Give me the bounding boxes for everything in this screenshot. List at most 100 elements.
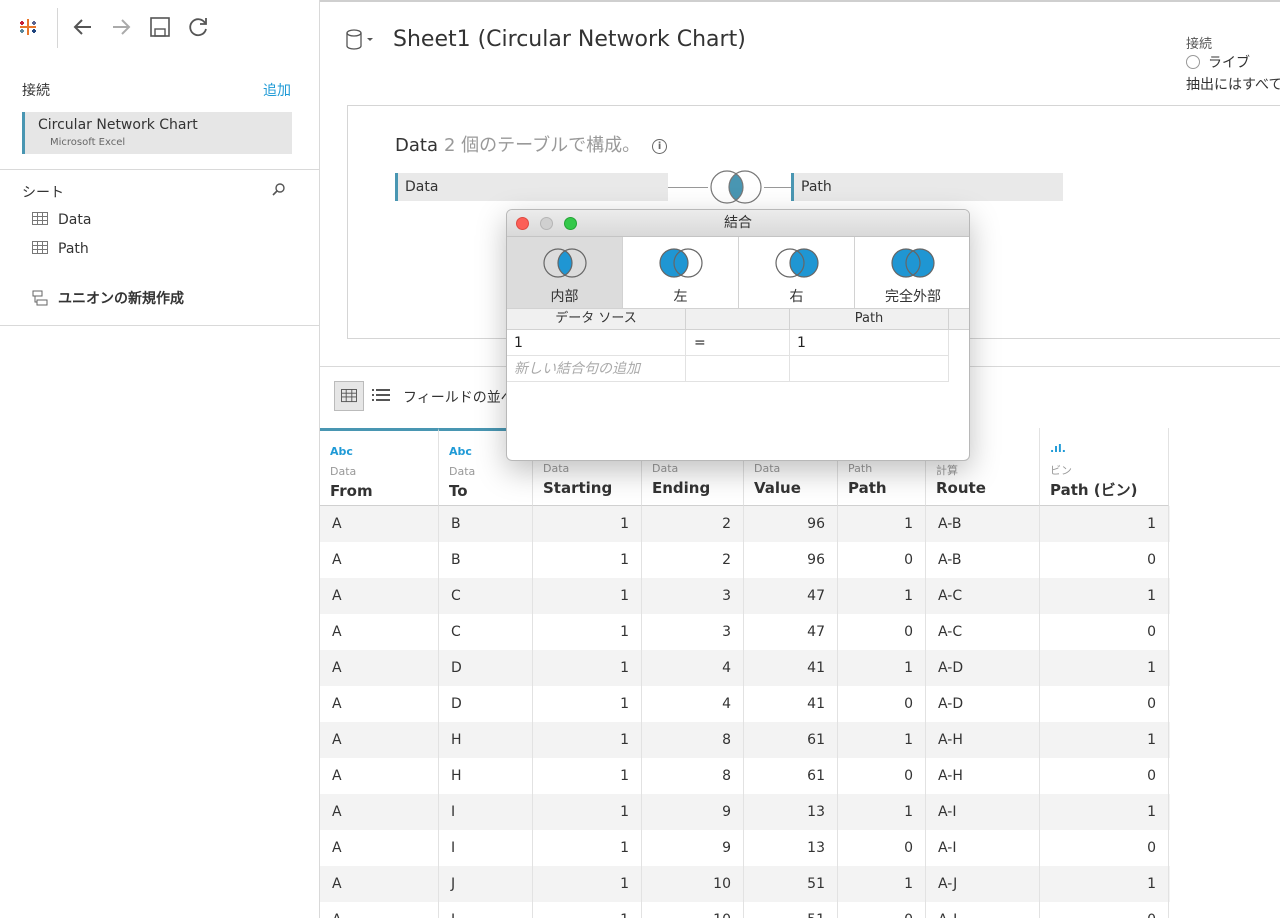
new-union-label: ユニオンの新規作成 xyxy=(58,291,184,307)
search-icon[interactable] xyxy=(272,182,286,196)
table-cell: C xyxy=(439,614,533,650)
join-link-line xyxy=(668,187,708,188)
new-union-button[interactable]: ユニオンの新規作成 xyxy=(32,288,184,308)
live-radio[interactable]: ライブ xyxy=(1186,52,1250,72)
left-table-pill[interactable]: Data xyxy=(395,173,668,201)
table-icon xyxy=(32,212,48,225)
tableau-logo-icon[interactable] xyxy=(16,15,40,39)
table-cell: 1 xyxy=(838,722,926,758)
canvas-subtitle: 2 個のテーブルで構成。 xyxy=(443,135,641,156)
info-icon[interactable]: i xyxy=(652,139,668,154)
join-type-full-button[interactable]: 完全外部 xyxy=(855,237,969,308)
inner-join-venn-icon[interactable] xyxy=(706,168,766,206)
datasource-icon[interactable] xyxy=(345,28,375,52)
field-name: To xyxy=(449,482,468,500)
sheet-item-path[interactable]: Path xyxy=(32,241,89,261)
extract-label: 抽出にはすべて xyxy=(1186,77,1280,93)
table-cell: 0 xyxy=(1040,830,1169,866)
field-type-icon: .ıl. xyxy=(1050,442,1066,455)
table-cell: 1 xyxy=(533,650,642,686)
page-title[interactable]: Sheet1 (Circular Network Chart) xyxy=(393,27,746,52)
data-grid: Abc Data From Abc Data To Data Starting Data Endi… xyxy=(320,428,1280,918)
sheet-item-label: Path xyxy=(58,241,89,257)
join-type-label: 内部 xyxy=(550,289,579,305)
table-cell: 10 xyxy=(642,866,744,902)
table-cell: B xyxy=(439,542,533,578)
table-cell: A-I xyxy=(926,794,1040,830)
table-cell: A xyxy=(320,830,439,866)
right-table-pill[interactable]: Path xyxy=(791,173,1063,201)
table-row: A C 1 3 47 0 A-C 0 xyxy=(320,614,1170,650)
join-left-field[interactable]: 1 xyxy=(507,330,686,356)
connection-mode-label: 接続 xyxy=(1186,37,1213,52)
table-cell: 96 xyxy=(744,506,838,542)
join-dialog: 結合 データ ソース Path 1 = 1 新しい結合句の追加 内部左右完全外部 xyxy=(506,209,970,461)
field-name: Value xyxy=(754,479,801,497)
table-cell: A-J xyxy=(926,866,1040,902)
add-connection-link[interactable]: 追加 xyxy=(263,80,291,100)
back-arrow-icon[interactable] xyxy=(70,14,96,40)
table-cell: A xyxy=(320,578,439,614)
field-name: Path (ビン) xyxy=(1050,481,1138,499)
table-cell: A-H xyxy=(926,758,1040,794)
table-row: A B 1 2 96 0 A-B 0 xyxy=(320,542,1170,578)
table-cell: 0 xyxy=(838,686,926,722)
table-cell: 1 xyxy=(533,722,642,758)
join-type-label: 完全外部 xyxy=(885,289,941,305)
table-cell: 1 xyxy=(1040,650,1169,686)
join-operator[interactable]: = xyxy=(686,330,790,356)
table-cell: A xyxy=(320,722,439,758)
field-type-icon: Abc xyxy=(449,445,472,458)
forward-arrow-icon[interactable] xyxy=(108,14,134,40)
connection-type: Microsoft Excel xyxy=(50,137,126,148)
table-cell: A-C xyxy=(926,578,1040,614)
table-cell: 0 xyxy=(1040,902,1169,918)
field-source: Path xyxy=(848,462,873,475)
left-join-icon xyxy=(658,248,703,278)
join-type-inner-button[interactable]: 内部 xyxy=(507,237,623,308)
table-cell: 61 xyxy=(744,758,838,794)
table-cell: A-B xyxy=(926,542,1040,578)
table-cell: 1 xyxy=(533,866,642,902)
add-join-clause[interactable]: 新しい結合句の追加 xyxy=(507,356,686,382)
table-cell: 3 xyxy=(642,614,744,650)
table-cell: D xyxy=(439,650,533,686)
join-type-label: 右 xyxy=(789,289,804,305)
list-view-icon[interactable] xyxy=(372,387,390,403)
minimize-button[interactable] xyxy=(540,217,553,230)
table-cell: A-I xyxy=(926,830,1040,866)
table-cell: I xyxy=(439,830,533,866)
sheet-item-data[interactable]: Data xyxy=(32,212,91,232)
table-cell: A-H xyxy=(926,722,1040,758)
table-cell: 0 xyxy=(1040,614,1169,650)
table-cell: 1 xyxy=(838,866,926,902)
table-row: A C 1 3 47 1 A-C 1 xyxy=(320,578,1170,614)
sort-fields-label[interactable]: フィールドの並べ xyxy=(403,387,515,407)
join-type-left-button[interactable]: 左 xyxy=(623,237,739,308)
right-clause-header: Path xyxy=(790,308,949,330)
refresh-icon[interactable] xyxy=(185,14,211,40)
table-cell: B xyxy=(439,506,533,542)
join-type-right-button[interactable]: 右 xyxy=(739,237,855,308)
table-cell: 0 xyxy=(1040,542,1169,578)
column-header[interactable]: .ıl. ビン Path (ビン) xyxy=(1040,428,1169,506)
join-right-field[interactable]: 1 xyxy=(790,330,949,356)
header-spacer xyxy=(949,308,969,330)
table-cell: A xyxy=(320,794,439,830)
table-cell: 1 xyxy=(1040,578,1169,614)
table-cell: H xyxy=(439,722,533,758)
column-header[interactable]: Abc Data From xyxy=(320,428,439,506)
zoom-button[interactable] xyxy=(564,217,577,230)
field-name: Path xyxy=(848,479,887,497)
save-icon[interactable] xyxy=(147,14,173,40)
left-clause-header: データ ソース xyxy=(507,308,686,330)
left-panel: 接続 追加 Circular Network Chart Microsoft E… xyxy=(0,0,320,918)
grid-view-icon[interactable] xyxy=(334,381,364,411)
field-name: Ending xyxy=(652,479,711,497)
close-button[interactable] xyxy=(516,217,529,230)
table-cell: A-D xyxy=(926,650,1040,686)
table-cell: A xyxy=(320,542,439,578)
table-cell: 1 xyxy=(838,794,926,830)
connection-item[interactable]: Circular Network Chart Microsoft Excel xyxy=(22,112,292,154)
table-cell: 1 xyxy=(533,578,642,614)
